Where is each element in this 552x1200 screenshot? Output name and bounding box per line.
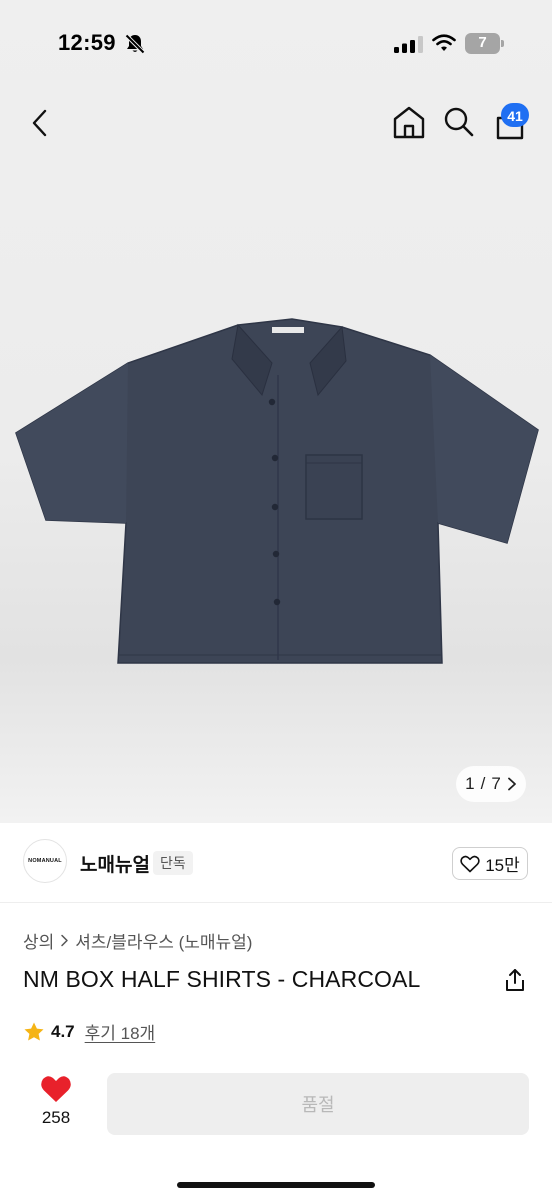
image-separator: /: [480, 774, 486, 793]
brand-like-button[interactable]: 15만: [452, 847, 528, 880]
heart-filled-icon[interactable]: [40, 1074, 72, 1104]
star-icon: [24, 1022, 44, 1040]
search-icon[interactable]: [443, 106, 475, 138]
signal-icon: [394, 36, 423, 53]
brand-logo-text: NOMANUAL: [28, 858, 62, 864]
status-time: 12:59: [58, 30, 116, 55]
chevron-right-icon: [61, 934, 69, 947]
heart-outline-icon: [460, 855, 480, 872]
battery-level: 7: [478, 34, 487, 51]
rating-value: 4.7: [51, 1021, 75, 1041]
product-title: NM BOX HALF SHIRTS - CHARCOAL: [23, 966, 421, 992]
image-total: 7: [491, 774, 501, 793]
chevron-right-icon: [507, 777, 516, 791]
breadcrumb-item[interactable]: 상의: [23, 928, 54, 953]
battery-cap: [501, 40, 504, 47]
soldout-button[interactable]: 품절: [107, 1073, 529, 1135]
status-bar: 12:59 7: [0, 0, 552, 88]
brand-name[interactable]: 노매뉴얼: [80, 850, 150, 877]
home-icon[interactable]: [391, 104, 427, 140]
product-hero: 12:59 7 41 1 / 7: [0, 0, 552, 823]
wifi-icon: [432, 34, 456, 51]
image-counter[interactable]: 1 / 7: [456, 766, 526, 802]
share-icon[interactable]: [503, 967, 527, 993]
chevron-left-icon[interactable]: [28, 108, 52, 138]
brand-like-count: 15만: [485, 856, 520, 875]
home-indicator: [177, 1182, 375, 1188]
brand-logo[interactable]: NOMANUAL: [23, 839, 67, 883]
battery-indicator: 7: [465, 33, 505, 54]
bell-slash-icon: [124, 33, 146, 55]
product-photo[interactable]: [10, 305, 542, 670]
breadcrumb: 상의 셔츠/블라우스 (노매뉴얼): [23, 928, 252, 953]
review-link[interactable]: 후기 18개: [85, 1019, 156, 1044]
breadcrumb-item[interactable]: 셔츠/블라우스 (노매뉴얼): [75, 928, 252, 953]
exclusive-badge: 단독: [153, 851, 193, 875]
rating-row: 4.7 후기 18개: [23, 1019, 155, 1044]
image-current: 1: [465, 774, 475, 793]
like-count: 258: [41, 1108, 71, 1127]
brand-row: NOMANUAL 노매뉴얼 단독 15만: [0, 823, 552, 903]
cart-count-badge: 41: [501, 103, 529, 127]
